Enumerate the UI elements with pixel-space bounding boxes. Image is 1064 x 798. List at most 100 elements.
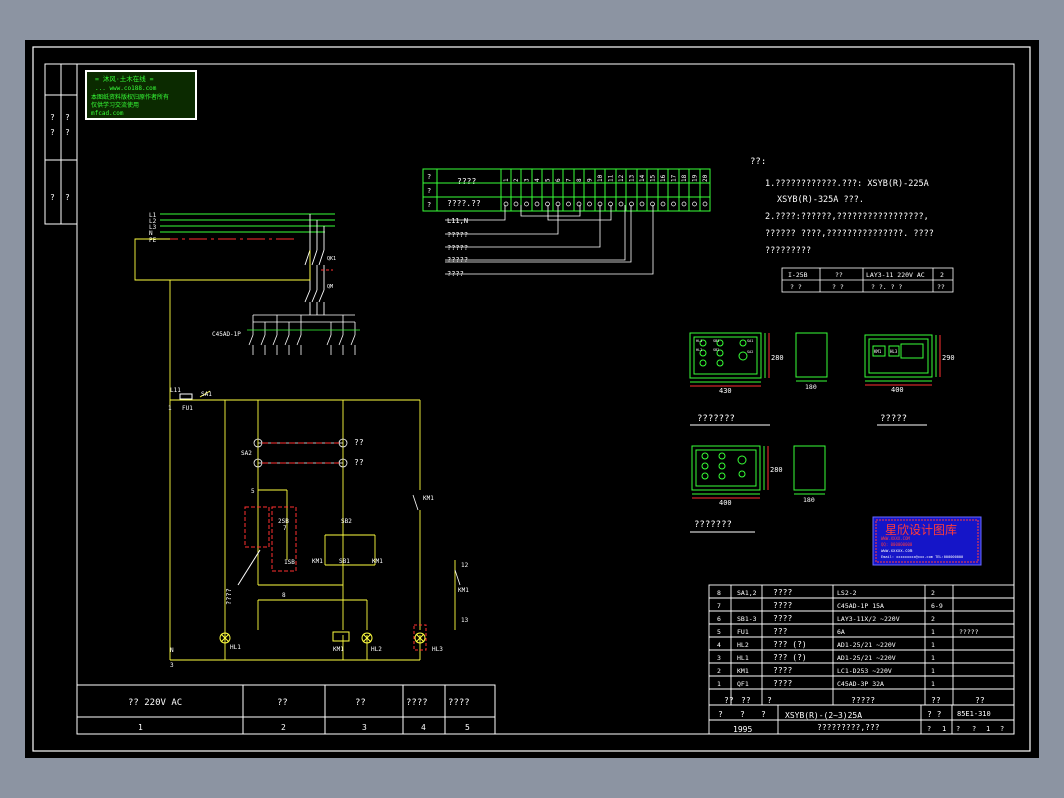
title-cell: ? [718,710,723,719]
drawing-year: 1995 [733,725,752,734]
parts-cell: 1 [931,680,935,688]
circuit-label: KM1 [312,558,323,565]
table-number: 4 [421,723,426,732]
button-label: HL2 [696,348,702,352]
circuit-label: KM1 [333,646,344,653]
terminal-screw [587,201,592,207]
terminal-number: 4 [534,178,541,182]
bottom-cell: ? [972,725,976,733]
stamp-line: mfcad.com [91,110,124,117]
terminal-screw [702,201,708,207]
terminal-number: 16 [660,174,667,182]
parts-cell: ??? (?) [773,653,807,662]
circuit-label: 5 [251,488,255,495]
circuit-label: SA2 [241,450,252,457]
table-number: 3 [362,723,367,732]
circuit-label: N [170,647,174,654]
parts-header: ?? [975,696,985,705]
lead-label: ????? [447,231,468,239]
circuit-label: ???? [225,588,233,605]
terminal-screw [681,201,687,207]
logo-line: QQ: 000000000 [881,542,913,547]
terminal-number: 9 [587,178,594,182]
button-label: SB2 [713,348,719,352]
parts-cell: QF1 [737,680,749,688]
notes-line: ?????? ????,???????????????. ???? [765,229,934,239]
logo-line: WWW.XXXX.COM [881,536,910,541]
parts-cell: C45AD-3P 32A [837,680,884,688]
parts-cell: HL1 [737,654,749,662]
terminal-screw [671,201,676,207]
terminal-number: 10 [597,174,604,182]
button-label: KM1 [874,349,882,354]
terminal-screw [692,201,697,207]
notes-line: XSYB(R)-325A ???. [777,195,864,205]
terminal-leads [445,205,654,275]
parts-cell: ???? [773,666,792,675]
parts-cell: ???? [773,588,792,597]
parts-cell: LAY3-11X/2 ~220V [837,615,900,623]
dimension-label: 400 [891,386,904,394]
table-number: 2 [281,723,286,732]
circuit-label: HL3 [432,646,443,653]
parts-cell: AD1-25/21 ~220V [837,654,896,662]
parts-cell: 3 [717,654,721,662]
lamp-text: ?? [354,438,364,447]
parts-header: ?? [931,696,941,705]
parts-cell: KM1 [737,667,749,675]
parts-header: ????? [851,696,875,705]
terminal-screw [566,201,571,207]
bottom-cell: ? [927,725,931,733]
title-cell: ? [761,710,766,719]
circuit-label: SB1 [339,558,350,565]
table-cell: ?? [277,698,288,708]
terminal-number: 3 [524,178,531,182]
terminal-screw [618,201,624,207]
indicator-lamps [219,632,426,644]
view-title: ??????? [697,414,735,424]
parts-cell: SA1,2 [737,589,757,597]
spec-cell: ? ? [832,283,844,291]
logo-line: www.xxxxx.com [881,548,913,553]
bottom-cell: ? [1000,725,1004,733]
lead-label: ????? [447,256,468,264]
stamp-line: = 沐风·土木在线 = [95,74,154,83]
parts-cell: 7 [717,602,721,610]
parts-header: ?? [741,696,751,705]
schematic-drawing: ? ? ? ? ? ? = 沐风·土木在线 = ... www.co188.co… [32,46,1031,752]
left-strip-cell: ? [50,128,55,137]
circuit-label: 7 [283,525,287,532]
dimension-label: 290 [942,354,955,362]
lamp-text: ?? [354,458,364,467]
terminal-screw [545,201,550,207]
spec-cell: ?? [835,271,843,279]
parts-cell: 1 [931,667,935,675]
circuit-label: 12 [461,562,469,569]
terminal-number: 11 [608,174,615,182]
terminal-number: 7 [566,178,573,182]
button-label: SB1 [713,339,719,343]
terminal-number: 18 [681,174,688,182]
parts-cell: SB1-3 [737,615,757,623]
control-circuit [134,238,456,661]
drawing-subtitle: ?????????,??? [817,723,880,732]
circuit-label: KM1 [458,587,469,594]
table-number: 1 [138,723,143,732]
parts-cell: 6-9 [931,602,943,610]
studio-logo: 星欣设计图库 WWW.XXXX.COM QQ: 000000000 www.xx… [872,516,982,566]
logo-line: Email: xxxxxxxxx@xxx.com TEL:000000000 [881,555,963,559]
terminal-screw [629,201,634,207]
parts-cell: 1 [931,654,935,662]
left-strip-cell: ? [65,113,70,122]
table-cell: ?? 220V AC [128,698,182,708]
watermark-stamp: = 沐风·土木在线 = ... www.co188.com 本图纸资料版权归原作… [85,70,197,120]
terminal-number: 5 [545,178,552,182]
terminal-number: 8 [576,178,583,182]
bus-label: PE [149,237,157,244]
notes-line: ????????? [765,246,811,256]
notes-head: ??: [750,157,766,167]
circuit-label: KM1 [372,558,383,565]
circuit-label: 3 [170,662,174,669]
terminal-screw [639,201,645,207]
cad-drawing-canvas[interactable]: ? ? ? ? ? ? = 沐风·土木在线 = ... www.co188.co… [25,40,1039,758]
